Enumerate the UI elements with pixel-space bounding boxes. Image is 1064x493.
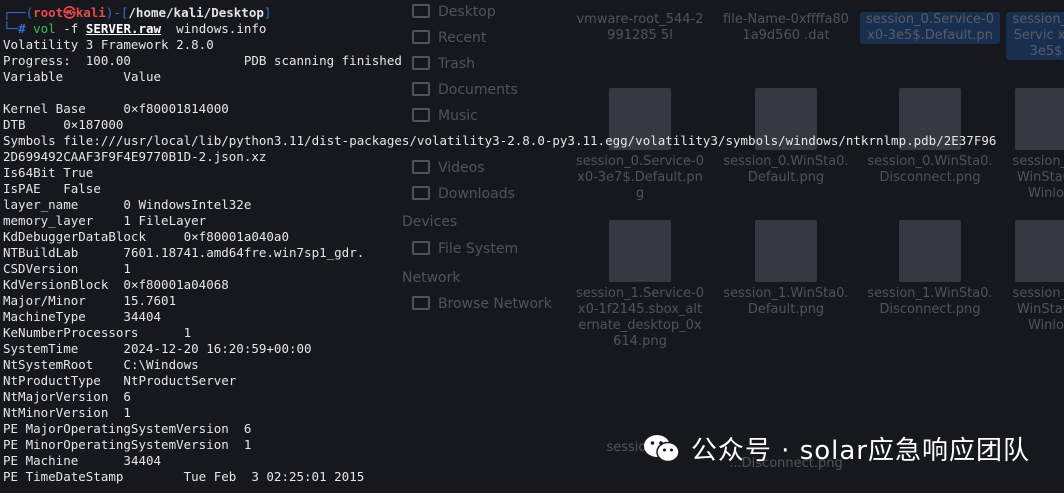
output-line: SystemTime 2024-12-20 16:20:59+00:00	[3, 341, 312, 356]
output-line: MachineType 34404	[3, 309, 162, 324]
output-line: IsPAE False	[3, 181, 101, 196]
prompt-user: root㉿kali	[33, 5, 106, 20]
output-line: memory_layer 1 FileLayer	[3, 213, 207, 228]
prompt-frame: ]	[263, 5, 272, 20]
terminal-output[interactable]: ┌──(root㉿kali)-[/home/kali/Desktop] └─# …	[3, 5, 1064, 485]
output-line: NtSystemRoot C:\Windows	[3, 357, 199, 372]
output-line: Progress: 100.00 PDB scanning finished	[3, 53, 402, 68]
output-line: layer_name 0 WindowsIntel32e	[3, 197, 252, 212]
output-line: Major/Minor 15.7601	[3, 293, 177, 308]
output-line: NtMajorVersion 6	[3, 389, 131, 404]
output-line: Is64Bit True	[3, 165, 94, 180]
command-plugin: windows.info	[161, 21, 267, 36]
output-line: KdDebuggerDataBlock 0×f80001a040a0	[3, 229, 289, 244]
output-line: NTBuildLab 7601.18741.amd64fre.win7sp1_g…	[3, 245, 365, 260]
output-line: Kernel Base 0×f80001814000	[3, 101, 229, 116]
output-line: NtProductType NtProductServer	[3, 373, 237, 388]
output-line: Volatility 3 Framework 2.8.0	[3, 37, 214, 52]
prompt-frame: )-[	[105, 5, 129, 20]
output-line: KdVersionBlock 0×f80001a04068	[3, 277, 229, 292]
output-line: Variable Value	[3, 69, 162, 84]
output-line: KeNumberProcessors 1	[3, 325, 192, 340]
output-line: CSDVersion 1	[3, 261, 131, 276]
volatility-output: Volatility 3 Framework 2.8.0 Progress: 10…	[3, 37, 1064, 485]
command-flag: -f	[55, 21, 86, 36]
watermark-text: 公众号 · solar应急响应团队	[690, 436, 1030, 466]
output-line: NtMinorVersion 1	[3, 405, 131, 420]
command-vol: vol	[33, 21, 56, 36]
output-line: 2D699492CAAF3F9F4E9770B1D-2.json.xz	[3, 149, 267, 164]
output-line: PE TimeDateStamp Tue Feb 3 02:25:01 2015	[3, 469, 365, 484]
output-line: Symbols file:///usr/local/lib/python3.11…	[3, 133, 997, 148]
output-line: DTB 0×187000	[3, 117, 124, 132]
wechat-watermark: 公众号 · solar应急响应团队	[643, 430, 1030, 467]
command-file-arg: SERVER.raw	[85, 21, 162, 36]
prompt-path: /home/kali/Desktop	[128, 5, 264, 20]
prompt-line-2: └─# vol -f SERVER.raw windows.info	[3, 21, 1064, 37]
prompt-line-1: ┌──(root㉿kali)-[/home/kali/Desktop]	[3, 5, 1064, 21]
prompt-hash: #	[18, 21, 34, 36]
prompt-frame: └─	[3, 21, 19, 36]
prompt-frame: ┌──(	[3, 5, 34, 20]
wechat-logo-icon	[643, 433, 681, 465]
